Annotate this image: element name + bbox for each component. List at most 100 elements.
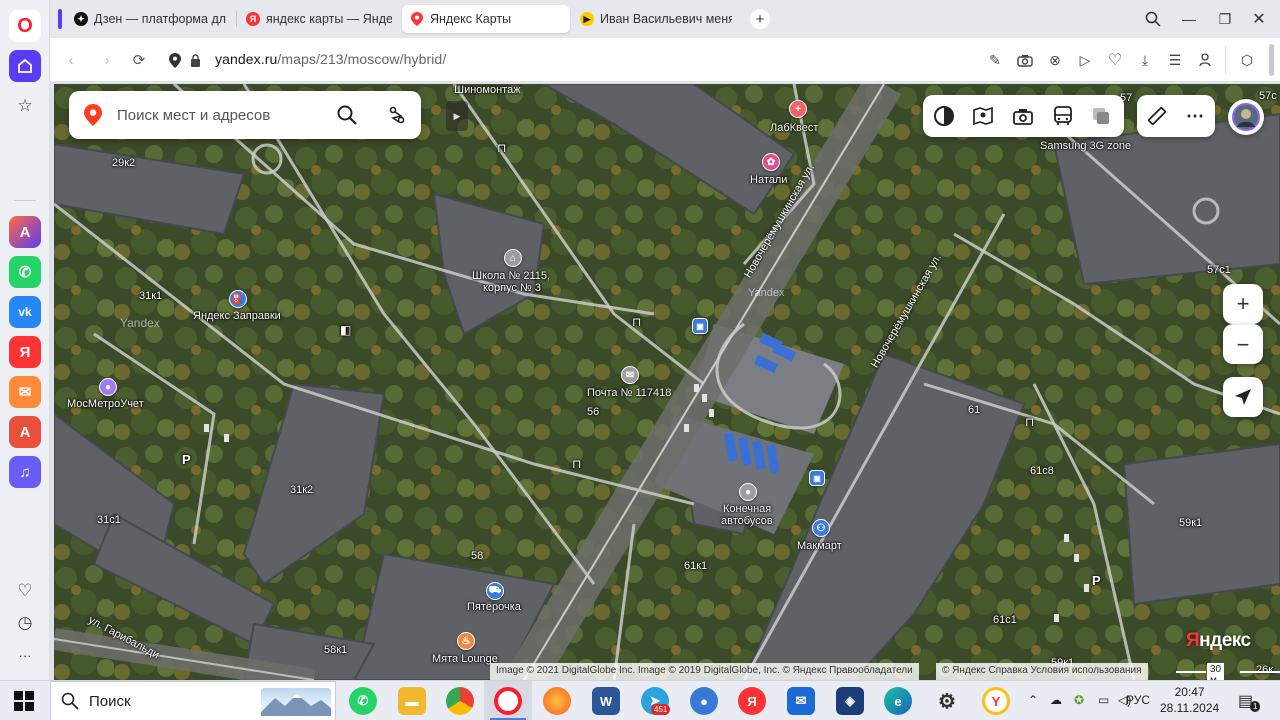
home-icon[interactable]	[9, 50, 41, 82]
imagery-copyright[interactable]: Image © 2021 DigitalGlobe Inc. Image © 2…	[490, 663, 919, 680]
post-office-poi-icon[interactable]: ✉	[621, 366, 639, 384]
download-icon[interactable]: ⤓	[1135, 50, 1155, 70]
shop-poi-icon[interactable]: ⚇	[812, 519, 830, 537]
taskbar-search[interactable]: Поиск	[50, 681, 336, 720]
ruler-icon[interactable]	[1145, 104, 1169, 128]
tab-dzen[interactable]: ✦ Дзен — платформа для п	[66, 5, 234, 33]
toolbar-scroll-handle[interactable]	[1269, 44, 1274, 76]
map-label: Samsung 3G zone	[1040, 140, 1132, 152]
user-avatar[interactable]	[1228, 99, 1264, 135]
transit-icon[interactable]	[1051, 104, 1075, 128]
route-icon[interactable]	[385, 103, 409, 127]
adblock-icon[interactable]: ⊗	[1045, 50, 1065, 70]
entrance-marker-icon: ⊓	[1025, 415, 1035, 429]
forward-button[interactable]: ›	[96, 49, 118, 71]
close-button[interactable]: ✕	[1248, 8, 1270, 30]
bus-stop-icon[interactable]: ▣	[809, 470, 825, 486]
tab-yandex-maps[interactable]: Яндекс Карты	[402, 5, 570, 33]
back-button[interactable]: ‹	[60, 49, 82, 71]
file-explorer-icon[interactable]: ▬	[398, 687, 426, 715]
heart-icon[interactable]: ♡	[9, 575, 41, 607]
supermarket-poi-icon[interactable]: ⛟	[486, 582, 504, 600]
telegram-badge: 451	[651, 704, 671, 715]
reload-button[interactable]: ⟳	[128, 49, 150, 71]
snapshot-icon[interactable]	[1015, 50, 1035, 70]
settings-gear-icon[interactable]: ⚙	[933, 687, 961, 715]
vk-icon[interactable]: vk	[9, 296, 41, 328]
yandex-app-icon[interactable]: Y	[982, 687, 1010, 715]
history-icon[interactable]: ◷	[9, 607, 41, 639]
star-icon[interactable]: ☆	[9, 90, 41, 122]
extensions-cube-icon[interactable]: ⬡	[1237, 50, 1257, 70]
gas-station-poi-icon[interactable]: ⛽	[229, 290, 247, 308]
search-input[interactable]: Поиск мест и адресов	[117, 107, 270, 124]
opera-logo[interactable]: O	[9, 10, 41, 42]
notification-badge: 1	[1250, 701, 1261, 712]
language-indicator[interactable]: РУС	[1126, 693, 1150, 707]
more-options-icon[interactable]: ⋯	[1183, 104, 1207, 128]
lock-icon[interactable]	[184, 49, 206, 71]
tab-search-icon[interactable]	[1142, 8, 1164, 30]
tab-title: Яндекс Карты	[430, 12, 512, 26]
zoom-in-button[interactable]: +	[1223, 284, 1263, 324]
windows-start-icon[interactable]	[14, 691, 34, 711]
edge-icon[interactable]: e	[884, 687, 912, 715]
translate-icon[interactable]: A	[9, 416, 41, 448]
tab-video[interactable]: ▶ Иван Васильевич меняет	[572, 5, 740, 33]
medical-poi-icon[interactable]: +	[789, 100, 807, 118]
search-icon[interactable]	[335, 103, 359, 127]
yandex-browser-icon[interactable]: Я	[738, 687, 766, 715]
defender-icon[interactable]: ◈	[836, 687, 864, 715]
cloud-icon[interactable]: ☁	[1050, 693, 1062, 707]
location-icon[interactable]	[164, 49, 186, 71]
profile-icon[interactable]	[1195, 50, 1215, 70]
photo-icon[interactable]	[1011, 104, 1035, 128]
maximize-button[interactable]: ❐	[1214, 8, 1236, 30]
whatsapp-taskbar-icon[interactable]: ✆	[349, 687, 377, 715]
aria-icon[interactable]: A	[9, 216, 41, 248]
panorama-icon[interactable]	[971, 104, 995, 128]
battery-icon[interactable]: ▭	[1098, 693, 1109, 707]
minimize-button[interactable]: —	[1178, 8, 1200, 30]
map-label: ЛабКвест	[770, 122, 819, 134]
favorite-icon[interactable]: ♡	[1105, 50, 1125, 70]
geolocation-button[interactable]	[1223, 377, 1263, 417]
whatsapp-icon[interactable]: ✆	[9, 256, 41, 288]
map-label: 61	[968, 404, 981, 416]
mail-app-icon[interactable]: ✉	[787, 687, 815, 715]
layers-icon[interactable]	[1089, 104, 1113, 128]
lounge-poi-icon[interactable]: ♨	[457, 632, 475, 650]
school-poi-icon[interactable]: ⌂	[504, 249, 522, 267]
bus-terminal-poi-icon[interactable]: ●	[739, 483, 757, 501]
yandex-icon[interactable]: Я	[9, 336, 41, 368]
map-canvas[interactable]: + ✿ ⌂ ⛽ ● ✉ ● ⚇ ⛟ ♨ ▣ ▣ ⊓ ⊓ ⊓ ⊓ ◧ Шиномо…	[54, 84, 1280, 680]
word-icon[interactable]: W	[592, 687, 620, 715]
system-clock[interactable]: 20:47 28.11.2024	[1160, 684, 1219, 716]
bus-stop-icon[interactable]: ▣	[692, 318, 708, 334]
map-type-icon[interactable]	[932, 104, 956, 128]
mail-icon[interactable]: ✉	[9, 376, 41, 408]
firefox-icon[interactable]	[543, 687, 571, 715]
zoom-out-button[interactable]: −	[1223, 324, 1263, 364]
terms-links[interactable]: © Яндекс Справка Условия использования	[936, 663, 1148, 680]
easy-setup-icon[interactable]: ☰	[1165, 50, 1185, 70]
tab-yandex-search[interactable]: Я яндекс карты — Яндекс.	[238, 5, 400, 33]
messenger-icon[interactable]: ●	[690, 687, 718, 715]
security-tray-icon[interactable]: ✪	[1074, 693, 1084, 707]
music-icon[interactable]: ♫	[9, 456, 41, 488]
yandex-logo[interactable]: Яндекс	[1186, 630, 1251, 652]
chrome-icon[interactable]	[446, 687, 474, 715]
map-search-box[interactable]: Поиск мест и адресов	[69, 91, 421, 139]
new-tab-button[interactable]: +	[750, 9, 770, 29]
more-icon[interactable]: ···	[9, 639, 41, 671]
edit-page-icon[interactable]: ✎	[985, 50, 1005, 70]
opera-taskbar-icon[interactable]	[494, 687, 522, 715]
collapse-panel-button[interactable]: ▶	[446, 101, 468, 131]
organization-poi-icon[interactable]: ●	[99, 378, 117, 396]
send-icon[interactable]: ▷	[1075, 50, 1095, 70]
workspace-indicator	[58, 9, 62, 29]
beauty-poi-icon[interactable]: ✿	[762, 153, 780, 171]
url-field[interactable]: yandex.ru/maps/213/moscow/hybrid/	[215, 51, 446, 67]
tray-expand-icon[interactable]: ⌃	[1028, 693, 1038, 707]
toolbar-divider	[1225, 46, 1226, 74]
